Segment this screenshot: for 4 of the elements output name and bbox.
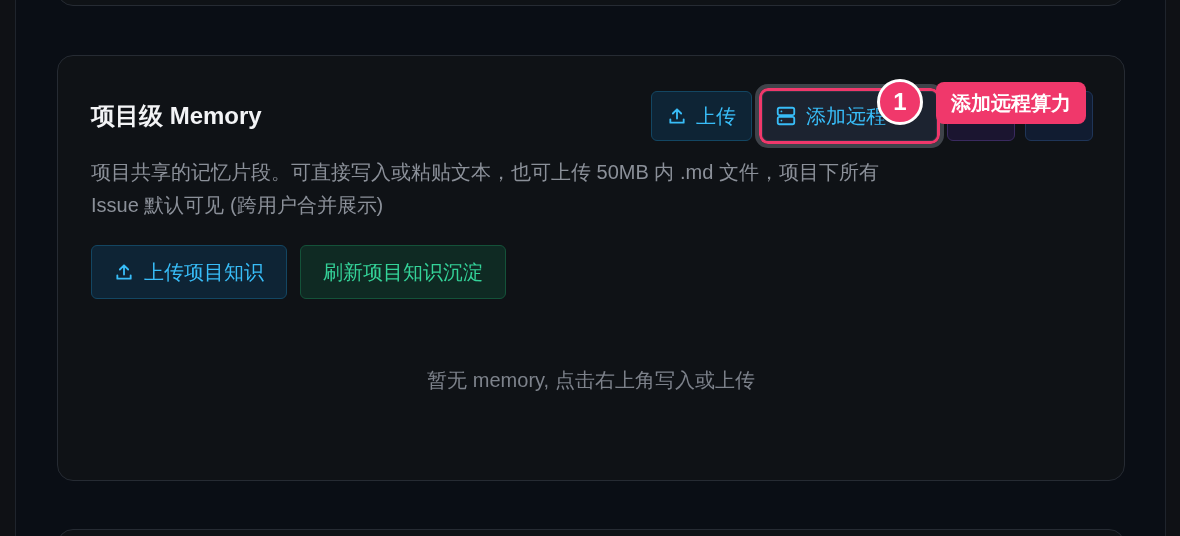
card-title: 项目级 Memory xyxy=(91,101,262,131)
callout-tooltip: 添加远程算力 xyxy=(936,82,1086,124)
description: 项目共享的记忆片段。可直接写入或粘贴文本，也可上传 50MB 内 .md 文件，项目下所有 Issue 默认可见 (跨用户合并展示) xyxy=(91,160,880,218)
empty-message: 暂无 memory, 点击右上角写入或上传 xyxy=(426,368,756,393)
